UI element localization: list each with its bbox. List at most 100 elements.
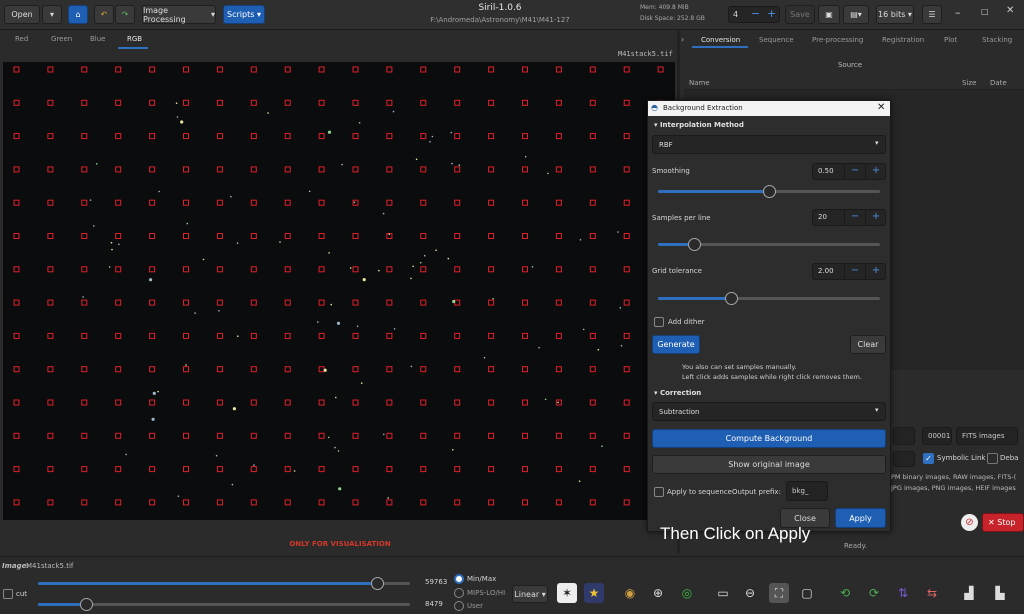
sample-box[interactable] [386, 299, 393, 306]
cut-checkbox[interactable] [3, 589, 13, 599]
sample-box[interactable] [386, 199, 393, 206]
sample-box[interactable] [183, 233, 189, 239]
redo-button[interactable]: ↷ [115, 5, 135, 24]
plus-icon[interactable]: + [767, 7, 776, 20]
sample-box[interactable] [589, 199, 596, 206]
sample-box[interactable] [216, 166, 223, 173]
sample-box[interactable] [454, 499, 461, 506]
sample-box[interactable] [149, 299, 156, 306]
sample-box[interactable] [183, 266, 189, 273]
sample-box[interactable] [81, 399, 88, 406]
sample-box[interactable] [284, 199, 291, 206]
sample-box[interactable] [13, 332, 20, 339]
sample-box[interactable] [555, 299, 562, 306]
sample-box[interactable] [488, 299, 495, 306]
tab-rgb[interactable]: RGB [127, 35, 142, 43]
main-menu-button[interactable]: ☰ [922, 5, 942, 24]
sample-box[interactable] [454, 332, 461, 339]
sample-box[interactable] [284, 332, 291, 339]
sample-box[interactable] [522, 332, 528, 339]
sample-box[interactable] [81, 432, 88, 439]
histogram-icon[interactable]: ▟ [959, 583, 979, 603]
sample-box[interactable] [454, 99, 461, 106]
sample-box[interactable] [420, 66, 427, 73]
sample-box[interactable] [522, 166, 528, 173]
sample-box[interactable] [589, 99, 596, 106]
sample-box[interactable] [183, 133, 189, 140]
sample-box[interactable] [522, 199, 528, 206]
mirror-y-icon[interactable]: ⇆ [922, 583, 942, 603]
sample-box[interactable] [420, 399, 427, 406]
sample-box[interactable] [454, 366, 461, 373]
sample-box[interactable] [623, 266, 630, 273]
sample-box[interactable] [183, 332, 189, 339]
sample-box[interactable] [284, 432, 291, 439]
sample-box[interactable] [454, 266, 461, 273]
sample-box[interactable] [149, 399, 156, 406]
sample-box[interactable] [488, 432, 495, 439]
sample-box[interactable] [589, 133, 596, 140]
scale-select[interactable]: Linear ▾ [512, 585, 548, 603]
sample-box[interactable] [13, 99, 20, 106]
sample-box[interactable] [420, 299, 427, 306]
sample-box[interactable] [488, 166, 495, 173]
sample-box[interactable] [454, 166, 461, 173]
clear-button[interactable]: Clear [850, 335, 886, 354]
sample-box[interactable] [522, 299, 528, 306]
slider-handle[interactable] [763, 185, 776, 198]
false-color-icon[interactable]: ★ [584, 583, 604, 603]
dialog-titlebar[interactable]: ◓ Background Extraction ✕ [648, 101, 890, 116]
sample-box[interactable] [589, 233, 596, 239]
generate-button[interactable]: Generate [652, 335, 700, 354]
sample-box[interactable] [623, 233, 630, 239]
sample-box[interactable] [149, 466, 156, 473]
zoom-reset-icon[interactable]: ▢ [797, 583, 817, 603]
sample-box[interactable] [250, 66, 257, 73]
sample-box[interactable] [318, 466, 325, 473]
sample-box[interactable] [318, 66, 325, 73]
sample-box[interactable] [555, 466, 562, 473]
sample-box[interactable] [250, 99, 257, 106]
sample-box[interactable] [488, 233, 495, 239]
max-level-slider[interactable] [38, 577, 410, 590]
sample-box[interactable] [589, 66, 596, 73]
col-name[interactable]: Name [689, 79, 710, 87]
sample-box[interactable] [81, 266, 88, 273]
sample-box[interactable] [250, 366, 257, 373]
sample-box[interactable] [149, 366, 156, 373]
sample-box[interactable] [555, 332, 562, 339]
sample-box[interactable] [386, 499, 393, 506]
sample-box[interactable] [47, 332, 54, 339]
sample-box[interactable] [522, 399, 528, 406]
undo-button[interactable]: ↶ [94, 5, 114, 24]
sample-box[interactable] [522, 233, 528, 239]
sample-box[interactable] [488, 499, 495, 506]
sample-box[interactable] [216, 399, 223, 406]
sample-box[interactable] [352, 499, 359, 506]
sample-box[interactable] [623, 99, 630, 106]
sample-box[interactable] [13, 299, 20, 306]
image-canvas[interactable] [3, 62, 675, 520]
grid-tolerance-slider[interactable] [658, 292, 880, 305]
snapshot-button[interactable]: ▣ [818, 5, 840, 24]
sample-box[interactable] [149, 432, 156, 439]
sample-box[interactable] [589, 432, 596, 439]
sample-box[interactable] [555, 66, 562, 73]
sample-box[interactable] [318, 99, 325, 106]
start-index-field[interactable]: 00001 [922, 427, 952, 445]
sample-box[interactable] [589, 466, 596, 473]
sample-box[interactable] [284, 499, 291, 506]
sample-box[interactable] [352, 299, 359, 306]
sample-box[interactable] [318, 432, 325, 439]
minus-icon[interactable]: − [751, 7, 760, 20]
correction-select[interactable]: Subtraction ▾ [652, 402, 886, 421]
sample-box[interactable] [250, 266, 257, 273]
compute-background-button[interactable]: Compute Background [652, 429, 886, 448]
sample-box[interactable] [115, 66, 122, 73]
minus-icon[interactable]: − [844, 164, 865, 179]
sample-box[interactable] [81, 299, 88, 306]
sample-box[interactable] [488, 332, 495, 339]
sample-box[interactable] [386, 66, 393, 73]
sample-box[interactable] [149, 332, 156, 339]
sample-box[interactable] [522, 133, 528, 140]
